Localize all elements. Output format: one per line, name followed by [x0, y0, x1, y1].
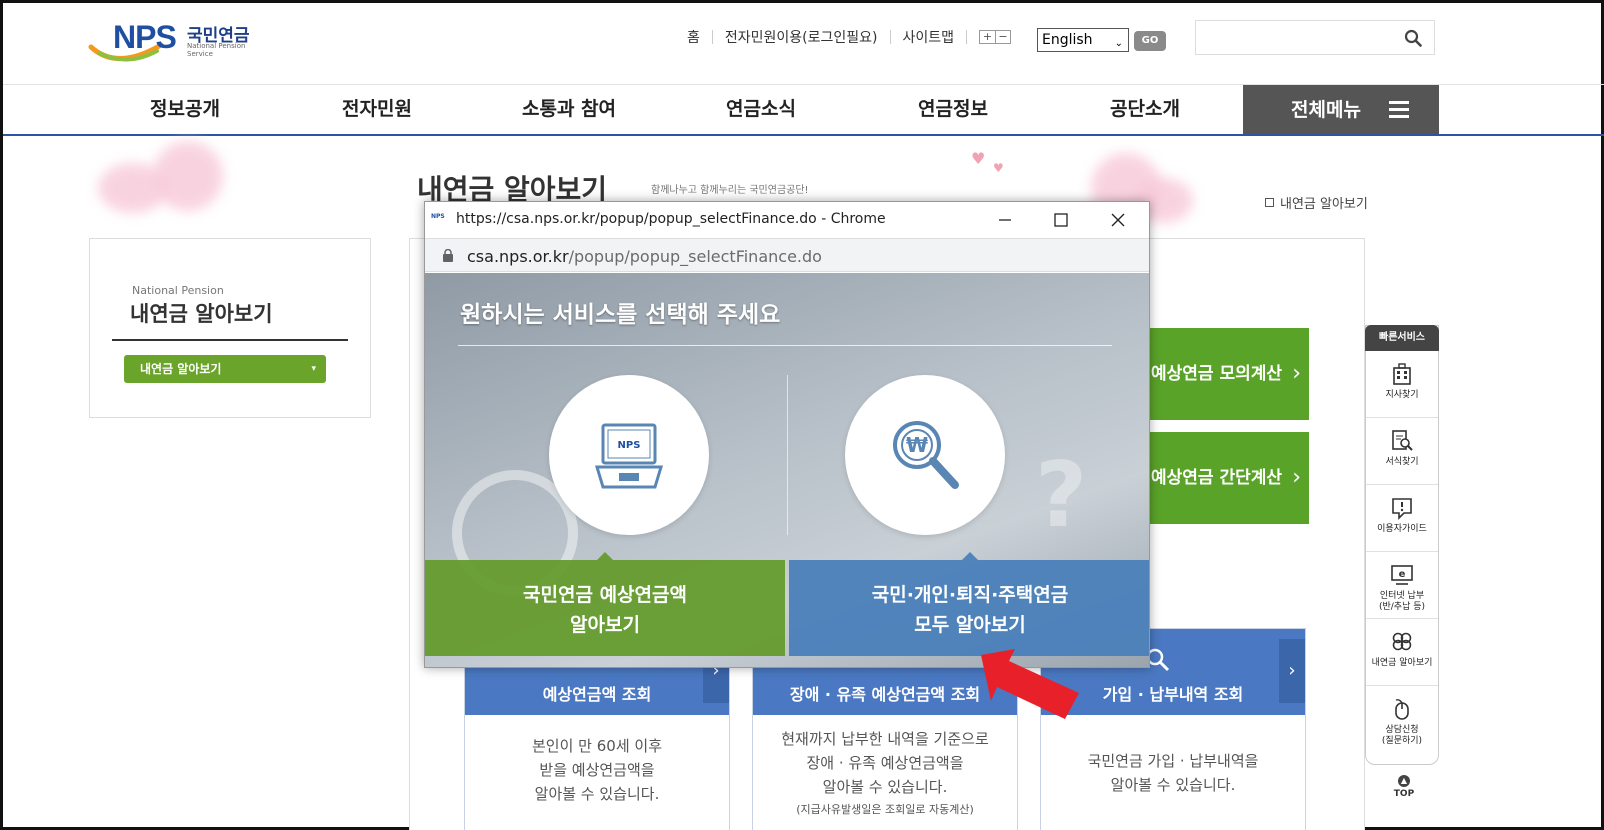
svg-text:NPS: NPS [618, 440, 641, 451]
laptop-circle: NPS [549, 375, 709, 535]
magnifier-circle: ₩ [845, 375, 1005, 535]
main-nav: 정보공개 전자민원 소통과 참여 연금소식 연금정보 공단소개 [89, 85, 1439, 135]
document-search-icon [1392, 430, 1413, 451]
language-select[interactable]: English ⌄ [1037, 28, 1129, 52]
popup-url: csa.nps.or.kr/popup/popup_selectFinance.… [467, 247, 822, 266]
question-mark-decoration: ? [1035, 443, 1088, 548]
building-icon [1393, 363, 1411, 385]
side-menu-selected: 내연금 알아보기 [140, 362, 222, 376]
mouse-icon [1395, 699, 1409, 720]
service-card-note: (지급사유발생일은 조회일로 자동계산) [796, 803, 974, 816]
font-size-control: + − [979, 30, 1012, 44]
heart-icon: ♥ [971, 149, 986, 168]
popup-titlebar[interactable]: NPS https://csa.nps.or.kr/popup/popup_se… [425, 202, 1149, 238]
breadcrumb: 내연금 알아보기 [1265, 193, 1368, 212]
option-national-pension-button[interactable]: 국민연금 예상연금액 알아보기 [425, 552, 785, 656]
red-arrow-annotation [981, 649, 1079, 719]
nps-logo[interactable]: NPS 국민연금 National Pension Service [87, 17, 267, 67]
won-magnifier-icon: ₩ [893, 421, 959, 489]
heart-decoration [153, 141, 223, 211]
top-button[interactable]: ▲ TOP [1389, 775, 1419, 799]
exclamation-bubble-icon [1392, 498, 1412, 520]
chevron-right-icon[interactable]: › [1279, 639, 1305, 703]
side-menu-title: 내연금 알아보기 [130, 302, 273, 326]
simulated-pension-label: 예상연금 모의계산 [1151, 364, 1283, 384]
quick-my-pension[interactable]: 내연금 알아보기 [1366, 620, 1438, 686]
service-card-title: 예상연금액 조회 [542, 685, 652, 704]
svg-text:₩: ₩ [906, 433, 928, 457]
maximize-icon[interactable] [1049, 208, 1073, 232]
util-home-link[interactable]: 홈 [687, 27, 700, 47]
breadcrumb-current[interactable]: 내연금 알아보기 [1280, 193, 1368, 212]
util-eservice-link[interactable]: 전자민원이용(로그인필요) [725, 27, 878, 47]
quick-internet-payment[interactable]: e 인터넷 납부 (반/추납 등) [1366, 553, 1438, 619]
quick-form-finder[interactable]: 서식찾기 [1366, 419, 1438, 485]
go-button[interactable]: GO [1134, 31, 1166, 51]
nav-pension-news[interactable]: 연금소식 [665, 85, 857, 135]
nav-info-disclosure[interactable]: 정보공개 [89, 85, 281, 135]
simple-pension-label: 예상연금 간단계산 [1151, 468, 1283, 488]
arrow-up-icon: ▲ [1398, 775, 1410, 787]
quick-service-title: 빠른서비스 [1365, 325, 1439, 351]
hamburger-icon [1389, 101, 1409, 119]
popup-heading: 원하시는 서비스를 선택해 주세요 [460, 302, 781, 328]
zoom-in-button[interactable]: + [980, 31, 995, 43]
page-subtitle: 함께나누고 함께누리는 국민연금공단! [651, 185, 809, 196]
monitor-e-icon: e [1391, 565, 1413, 585]
home-icon [1265, 198, 1274, 207]
language-value: English [1042, 32, 1093, 48]
popup-window-title: https://csa.nps.or.kr/popup/popup_select… [456, 211, 886, 227]
all-menu-label: 전체메뉴 [1291, 99, 1361, 121]
quick-service-panel: 빠른서비스 지사찾기 서식찾기 이용자가이드 e 인터넷 납부 (반/추납 등)… [1365, 325, 1439, 765]
side-menu: National Pension 내연금 알아보기 내연금 알아보기 ▾ [89, 238, 371, 418]
simple-pension-card[interactable]: 예상연금 간단계산 › [1143, 432, 1309, 524]
service-card-desc: 국민연금 가입 · 납부내역을 알아볼 수 있습니다. [1087, 752, 1259, 794]
search-input[interactable] [1195, 20, 1435, 55]
nav-about[interactable]: 공단소개 [1049, 85, 1241, 135]
zoom-out-button[interactable]: − [995, 31, 1010, 43]
nav-e-civil[interactable]: 전자민원 [281, 85, 473, 135]
quick-consultation[interactable]: 상담신청 (질문하기) [1366, 687, 1438, 753]
search-icon[interactable] [1404, 29, 1422, 47]
chevron-right-icon: › [1292, 361, 1301, 386]
close-icon[interactable] [1106, 208, 1130, 232]
minimize-icon[interactable] [993, 208, 1017, 232]
popup-window: NPS https://csa.nps.or.kr/popup/popup_se… [424, 201, 1150, 668]
svg-text:e: e [1399, 569, 1406, 580]
util-sitemap-link[interactable]: 사이트맵 [903, 27, 955, 47]
quick-user-guide[interactable]: 이용자가이드 [1366, 486, 1438, 552]
side-menu-select[interactable]: 내연금 알아보기 ▾ [124, 355, 326, 383]
side-menu-en: National Pension [132, 284, 224, 297]
chevron-down-icon: ⌄ [1114, 38, 1123, 49]
lock-icon[interactable] [442, 249, 454, 262]
all-menu-button[interactable]: 전체메뉴 [1243, 85, 1439, 135]
laptop-icon: NPS [594, 423, 664, 489]
service-card-desc: 본인이 만 60세 이후 받을 예상연금액을 알아볼 수 있습니다. [532, 737, 662, 803]
heart-icon: ♥ [993, 161, 1004, 175]
clover-icon [1392, 632, 1412, 651]
logo-english: National Pension Service [187, 42, 246, 58]
logo-text: NPS [113, 19, 177, 55]
utility-links: 홈 전자민원이용(로그인필요) 사이트맵 + − [687, 27, 1012, 47]
popup-address-bar[interactable]: csa.nps.or.kr/popup/popup_selectFinance.… [425, 238, 1149, 272]
chevron-down-icon: ▾ [311, 364, 316, 374]
chevron-right-icon: › [1292, 465, 1301, 490]
quick-branch-finder[interactable]: 지사찾기 [1366, 352, 1438, 418]
nav-communication[interactable]: 소통과 참여 [473, 85, 665, 135]
service-select-panel: ? ? 원하시는 서비스를 선택해 주세요 NPS ₩ 국민연금 예상연금 [425, 273, 1149, 667]
nps-favicon-icon: NPS [431, 213, 445, 220]
simulated-pension-card[interactable]: 예상연금 모의계산 › [1143, 328, 1309, 420]
nav-pension-info[interactable]: 연금정보 [857, 85, 1049, 135]
